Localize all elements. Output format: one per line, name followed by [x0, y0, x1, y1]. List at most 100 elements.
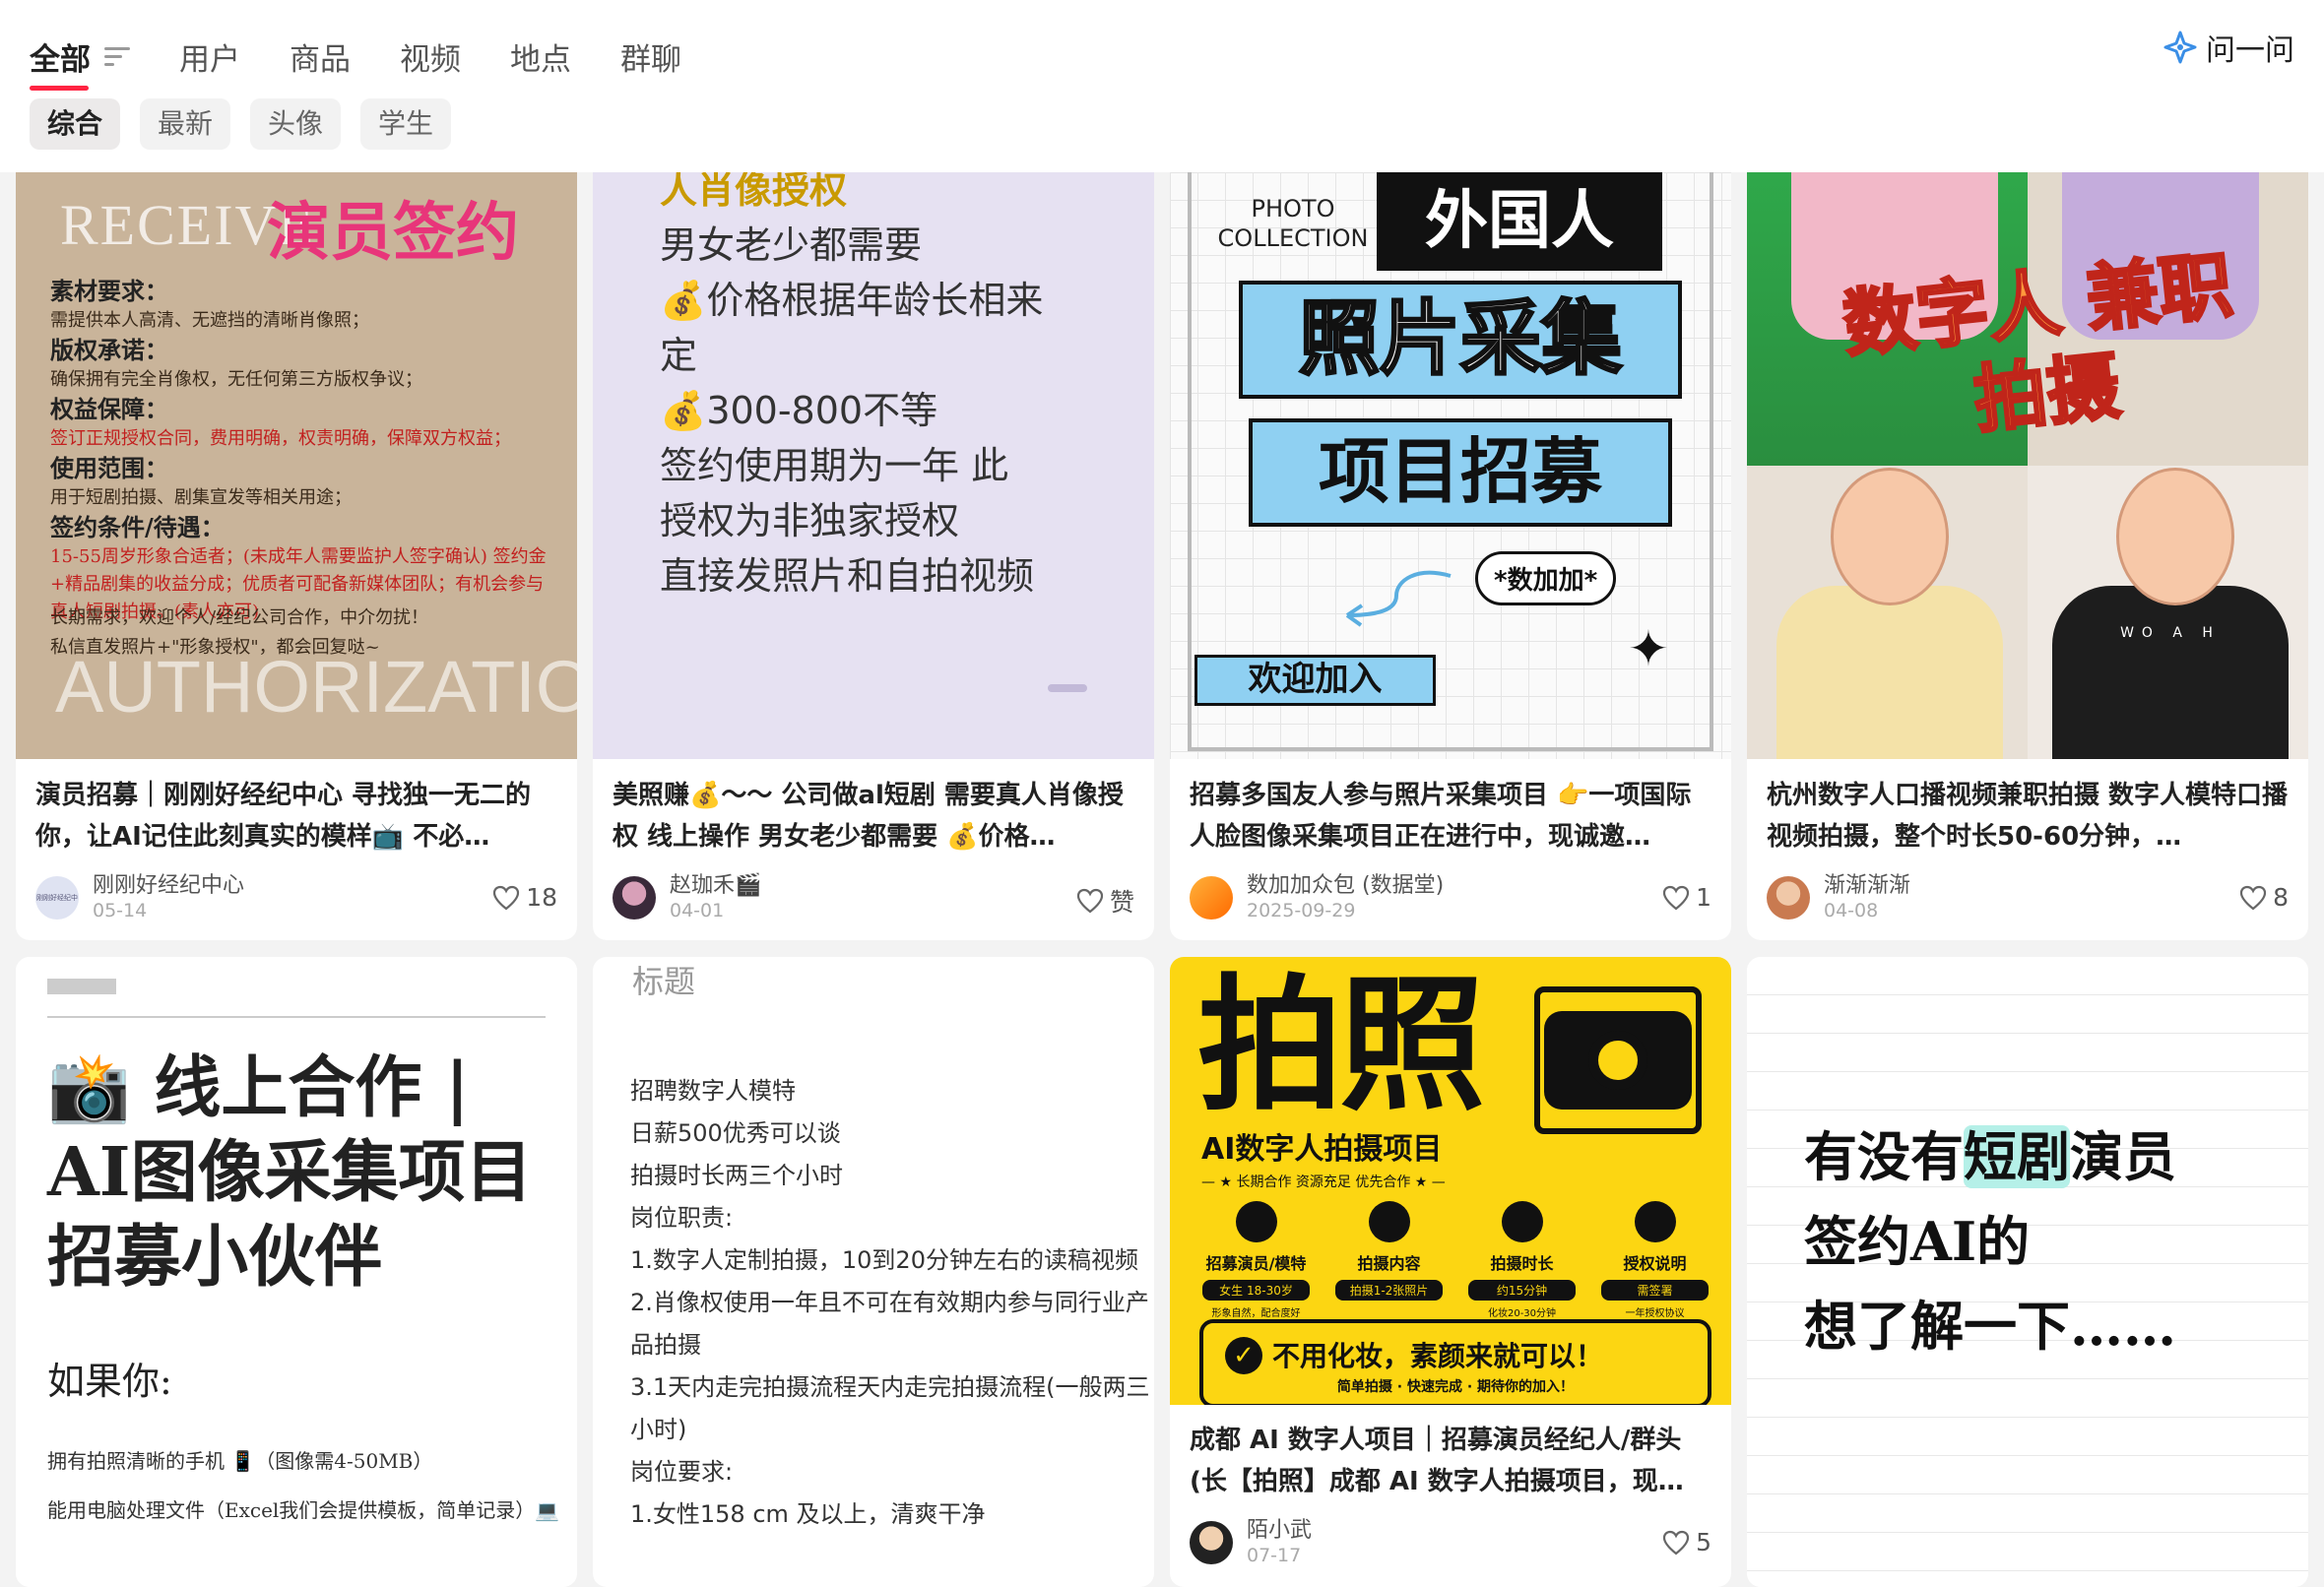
note-cover[interactable]: 人肖像授权 男女老少都需要 💰价格根据年龄长相来 定 💰300-800不等 签约…: [593, 172, 1154, 759]
author[interactable]: 刚刚好经纪中心 刚刚好经纪中心 05-14: [35, 873, 244, 922]
info-item: 授权说明 需签署 一年授权协议: [1593, 1201, 1716, 1319]
cover-line: 授权为非独家授权: [660, 499, 960, 542]
ask-button[interactable]: 问一问: [2163, 26, 2294, 69]
info-item: 拍摄内容 拍摄1-2张照片: [1327, 1201, 1451, 1319]
note-card[interactable]: 📸 线上合作 | AI图像采集项目招募小伙伴 如果你: 拥有拍照清晰的手机 📱（…: [16, 957, 577, 1587]
cover-line: 定: [660, 334, 698, 377]
cover-heading: 外国人: [1377, 172, 1662, 271]
info-label: 拍摄内容: [1357, 1254, 1421, 1273]
cover-line: 💰300-800不等: [660, 389, 938, 432]
divider: [47, 1016, 546, 1018]
tab-products[interactable]: 商品: [290, 22, 351, 91]
note-title[interactable]: 演员招募｜刚刚好经纪中心 寻找独一无二的你，让AI记住此刻真实的模样📺 不必…: [35, 775, 559, 857]
subtab-latest[interactable]: 最新: [140, 98, 231, 150]
ai-sparkle-icon: [2163, 31, 2197, 64]
like-button[interactable]: 赞: [1076, 883, 1134, 919]
cover-text: PHOTO COLLECTION: [1217, 195, 1369, 252]
note-card[interactable]: 拍照 AI数字人拍摄项目 — ★ 长期合作 资源充足 优先合作 ★ — 招募演员…: [1170, 957, 1731, 1587]
post-date: 2025-09-29: [1247, 900, 1356, 921]
cover-line: 3.1天内走完拍摄流程天内走完拍摄流程(一般两三小时): [630, 1373, 1150, 1443]
subtab-avatar[interactable]: 头像: [250, 98, 342, 150]
note-title[interactable]: 美照赚💰～～ 公司做al短剧 需要真人肖像授权 线上操作 男女老少都需要 💰价格…: [613, 775, 1136, 857]
emoji-face-sticker: [2116, 468, 2234, 605]
cover-body: 人肖像授权 男女老少都需要 💰价格根据年龄长相来 定 💰300-800不等 签约…: [660, 172, 1123, 603]
post-date: 05-14: [93, 900, 148, 921]
cover-text: 演员: [2070, 1125, 2176, 1188]
like-count: 1: [1696, 883, 1711, 912]
note-card[interactable]: RECEIVE 演员签约 素材要求： 需提供本人高清、无遮挡的清晰肖像照； 版权…: [16, 172, 577, 940]
author[interactable]: 赵珈禾🎬 04-01: [613, 873, 761, 922]
avatar[interactable]: [1767, 876, 1810, 920]
cover-heading: 演员签约: [267, 196, 519, 270]
note-cover[interactable]: 📸 线上合作 | AI图像采集项目招募小伙伴 如果你: 拥有拍照清晰的手机 📱（…: [16, 957, 577, 1587]
subtab-student[interactable]: 学生: [360, 98, 452, 150]
note-card[interactable]: PHOTO COLLECTION 外国人 照片采集 项目招募 *数加加* 欢迎加…: [1170, 172, 1731, 940]
post-date: 04-01: [670, 900, 725, 921]
person-icon: [1235, 1201, 1277, 1242]
person-figure: [1776, 586, 2003, 759]
cover-line: 人肖像授权: [660, 172, 848, 212]
avatar[interactable]: 刚刚好经纪中心: [35, 876, 79, 920]
note-cover[interactable]: WO A H 数字人 兼职拍摄: [1747, 172, 2308, 759]
clock-icon: [1501, 1201, 1543, 1242]
cover-heading: 照片采集: [1239, 281, 1682, 399]
cover-line: 2.肖像权使用一年且不可在有效期内参与同行业产品拍摄: [630, 1289, 1149, 1359]
camera-lens-icon: [1588, 1031, 1647, 1090]
note-cover[interactable]: PHOTO COLLECTION 外国人 照片采集 项目招募 *数加加* 欢迎加…: [1170, 172, 1731, 759]
note-card[interactable]: 人肖像授权 男女老少都需要 💰价格根据年龄长相来 定 💰300-800不等 签约…: [593, 172, 1154, 940]
cover-body: 招聘数字人模特 日薪500优秀可以谈 拍摄时长两三个小时 岗位职责: 1.数字人…: [630, 1070, 1152, 1536]
info-value: 约15分钟: [1468, 1280, 1576, 1301]
ask-label: 问一问: [2206, 33, 2294, 68]
note-card[interactable]: 有没有短剧演员 签约AI的 想了解一下……: [1747, 957, 2308, 1587]
info-label: 招募演员/模特: [1205, 1254, 1307, 1273]
tab-group-chats[interactable]: 群聊: [620, 22, 681, 91]
like-button[interactable]: 5: [1662, 1528, 1711, 1556]
sparkle-icon: ✦: [1628, 620, 1669, 677]
like-button[interactable]: 18: [492, 883, 557, 912]
person-figure: WO A H: [2052, 586, 2289, 759]
tab-places[interactable]: 地点: [510, 22, 571, 91]
cover-highlight: 短剧: [1964, 1125, 2070, 1188]
note-cover[interactable]: 有没有短剧演员 签约AI的 想了解一下……: [1747, 957, 2308, 1587]
info-note: 化妆20-30分钟: [1487, 1308, 1557, 1319]
tab-label: 群聊: [620, 41, 681, 78]
note-card[interactable]: WO A H 数字人 兼职拍摄 杭州数字人口播视频兼职拍摄 数字人模特口播视频拍…: [1747, 172, 2308, 940]
like-button[interactable]: 8: [2239, 883, 2289, 912]
callout-text: 不用化妆，素颜来就可以！: [1272, 1340, 1604, 1372]
cover-text: 有没有: [1804, 1125, 1964, 1188]
tab-label: 地点: [510, 41, 571, 78]
cover-line: 拍摄时长两三个小时: [630, 1162, 843, 1189]
note-card[interactable]: 标题 招聘数字人模特 日薪500优秀可以谈 拍摄时长两三个小时 岗位职责: 1.…: [593, 957, 1154, 1587]
tab-videos[interactable]: 视频: [400, 22, 461, 91]
author[interactable]: 陌小武 07-17: [1190, 1518, 1312, 1567]
like-button[interactable]: 1: [1662, 883, 1711, 912]
cover-heading: 📸 线上合作 | AI图像采集项目招募小伙伴: [47, 1048, 533, 1297]
cover-line: 岗位职责:: [630, 1204, 734, 1232]
scroll-indicator: [1048, 684, 1087, 692]
cover-line: 💰价格根据年龄长相来: [660, 279, 1044, 322]
note-title[interactable]: 招募多国友人参与照片采集项目 👉一项国际人脸图像采集项目正在进行中，现诚邀…: [1190, 775, 1713, 857]
info-item: 拍摄时长 约15分钟 化妆20-30分钟: [1460, 1201, 1583, 1319]
avatar[interactable]: [1190, 1521, 1233, 1564]
tab-users[interactable]: 用户: [179, 22, 240, 91]
author-name: 陌小武: [1247, 1518, 1313, 1543]
author[interactable]: 渐渐渐渐 04-08: [1767, 873, 1910, 922]
note-cover[interactable]: 拍照 AI数字人拍摄项目 — ★ 长期合作 资源充足 优先合作 ★ — 招募演员…: [1170, 957, 1731, 1405]
sub-filter-tabs: 综合 最新 头像 学生: [30, 98, 471, 150]
cover-line: 签约条件/待遇：: [50, 513, 225, 541]
cover-line: 拥有拍照清晰的手机 📱（图像需4-50MB）: [47, 1449, 433, 1473]
cover-subtitle: AI数字人拍摄项目: [1201, 1132, 1443, 1167]
avatar[interactable]: [613, 876, 656, 920]
check-icon: ✓: [1225, 1337, 1262, 1374]
avatar[interactable]: [1190, 876, 1233, 920]
note-title[interactable]: 成都 AI 数字人项目｜招募演员经纪人/群头(长【拍照】成都 AI 数字人拍摄项…: [1190, 1420, 1713, 1502]
cover-line: 用于短剧拍摄、剧集宣发等相关用途；: [50, 487, 352, 508]
note-cover[interactable]: RECEIVE 演员签约 素材要求： 需提供本人高清、无遮挡的清晰肖像照； 版权…: [16, 172, 577, 759]
author[interactable]: 数加加众包 (数据堂) 2025-09-29: [1190, 873, 1444, 922]
info-note: 一年授权协议: [1625, 1308, 1685, 1319]
tab-all[interactable]: 全部: [30, 22, 130, 91]
subtab-comprehensive[interactable]: 综合: [30, 98, 121, 150]
filter-icon[interactable]: [104, 42, 130, 71]
note-cover[interactable]: 标题 招聘数字人模特 日薪500优秀可以谈 拍摄时长两三个小时 岗位职责: 1.…: [593, 957, 1154, 1587]
note-title[interactable]: 杭州数字人口播视频兼职拍摄 数字人模特口播视频拍摄，整个时长50-60分钟，…: [1767, 775, 2291, 857]
